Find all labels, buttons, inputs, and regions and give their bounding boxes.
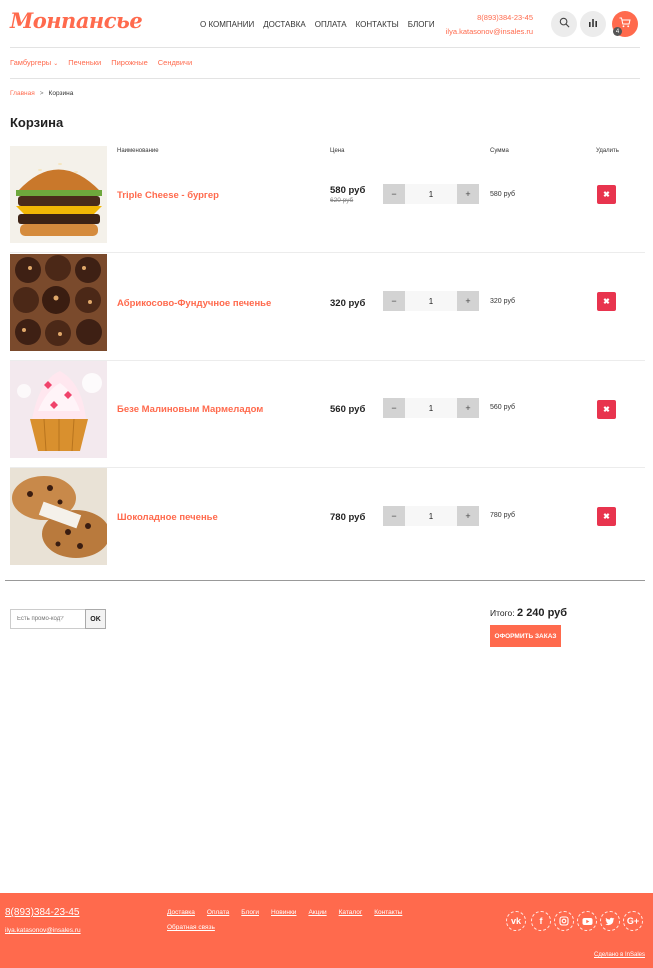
increase-quantity-button[interactable]: + bbox=[457, 398, 479, 418]
compare-button[interactable] bbox=[580, 11, 606, 37]
footer-link-feedback[interactable]: Обратная связь bbox=[167, 924, 215, 931]
quantity-input[interactable]: 1 bbox=[405, 184, 457, 204]
category-nav: Гамбургеры ⌄ Печеньки Пирожные Сендвичи bbox=[10, 58, 192, 67]
footer-links: Доставка Оплата Блоги Новинки Акции Ката… bbox=[167, 909, 437, 931]
chevron-down-icon: ⌄ bbox=[53, 61, 59, 67]
search-button[interactable] bbox=[551, 11, 577, 37]
top-nav: О КОМПАНИИ ДОСТАВКА ОПЛАТА КОНТАКТЫ БЛОГ… bbox=[200, 20, 435, 29]
vk-icon[interactable]: vk bbox=[506, 911, 526, 931]
category-divider bbox=[10, 78, 640, 79]
row-sum: 560 руб bbox=[490, 404, 516, 411]
close-icon: ✖ bbox=[603, 297, 610, 306]
youtube-icon[interactable] bbox=[577, 911, 597, 931]
site-header: Монпансье О КОМПАНИИ ДОСТАВКА ОПЛАТА КОН… bbox=[0, 0, 653, 48]
twitter-icon[interactable] bbox=[600, 911, 620, 931]
header-phone[interactable]: 8(893)384-23-45 bbox=[446, 11, 533, 25]
footer-link-blogs[interactable]: Блоги bbox=[241, 909, 259, 916]
product-price: 320 руб bbox=[330, 298, 366, 309]
footer-link-new[interactable]: Новинки bbox=[271, 909, 296, 916]
close-icon: ✖ bbox=[603, 512, 610, 521]
nav-item-contacts[interactable]: КОНТАКТЫ bbox=[356, 20, 399, 29]
quantity-input[interactable]: 1 bbox=[405, 291, 457, 311]
delete-button[interactable]: ✖ bbox=[597, 292, 616, 311]
product-name[interactable]: Triple Cheese - бургер bbox=[117, 190, 219, 201]
increase-quantity-button[interactable]: + bbox=[457, 184, 479, 204]
nav-item-about[interactable]: О КОМПАНИИ bbox=[200, 20, 254, 29]
close-icon: ✖ bbox=[603, 190, 610, 199]
search-icon bbox=[559, 17, 570, 31]
cart-row: Triple Cheese - бургер 580 руб 620 руб −… bbox=[10, 146, 645, 253]
header-divider bbox=[10, 47, 640, 48]
nav-item-delivery[interactable]: ДОСТАВКА bbox=[263, 20, 305, 29]
header-email[interactable]: ilya.katasonov@insales.ru bbox=[446, 25, 533, 39]
total-value: 2 240 руб bbox=[517, 607, 568, 619]
cart-total: Итого: 2 240 руб bbox=[490, 607, 567, 619]
quantity-input[interactable]: 1 bbox=[405, 506, 457, 526]
row-sum: 580 руб bbox=[490, 191, 516, 198]
quantity-input[interactable]: 1 bbox=[405, 398, 457, 418]
footer-phone[interactable]: 8(893)384-23-45 bbox=[5, 907, 80, 918]
instagram-icon[interactable] bbox=[554, 911, 574, 931]
decrease-quantity-button[interactable]: − bbox=[383, 398, 405, 418]
made-in-insales-link[interactable]: Сделано в InSales bbox=[594, 952, 645, 958]
cart-divider bbox=[5, 580, 645, 581]
increase-quantity-button[interactable]: + bbox=[457, 506, 479, 526]
product-name[interactable]: Абрикосово-Фундучное печенье bbox=[117, 298, 271, 309]
category-hamburgers[interactable]: Гамбургеры ⌄ bbox=[10, 58, 58, 67]
row-sum: 320 руб bbox=[490, 298, 516, 305]
footer-link-delivery[interactable]: Доставка bbox=[167, 909, 195, 916]
total-label: Итого: bbox=[490, 608, 515, 618]
increase-quantity-button[interactable]: + bbox=[457, 291, 479, 311]
close-icon: ✖ bbox=[603, 405, 610, 414]
product-price: 780 руб bbox=[330, 512, 366, 523]
stats-icon bbox=[588, 18, 598, 30]
product-image[interactable] bbox=[10, 361, 107, 458]
product-name[interactable]: Шоколадное печенье bbox=[117, 512, 218, 523]
product-price: 560 руб bbox=[330, 404, 366, 415]
product-image[interactable] bbox=[10, 146, 107, 243]
page-title: Корзина bbox=[10, 115, 64, 130]
delete-button[interactable]: ✖ bbox=[597, 185, 616, 204]
row-divider bbox=[10, 252, 645, 253]
footer-link-sales[interactable]: Акции bbox=[308, 909, 326, 916]
cart-button[interactable]: 4 bbox=[612, 11, 638, 37]
breadcrumb-home[interactable]: Главная bbox=[10, 90, 35, 97]
site-footer: 8(893)384-23-45 ilya.katasonov@insales.r… bbox=[0, 893, 653, 968]
cart-row: Абрикосово-Фундучное печенье 320 руб − 1… bbox=[10, 254, 645, 361]
facebook-icon[interactable]: f bbox=[531, 911, 551, 931]
nav-item-payment[interactable]: ОПЛАТА bbox=[315, 20, 347, 29]
checkout-button[interactable]: ОФОРМИТЬ ЗАКАЗ bbox=[490, 625, 561, 647]
category-cookies[interactable]: Печеньки bbox=[68, 58, 101, 67]
footer-link-contacts[interactable]: Контакты bbox=[374, 909, 402, 916]
product-image[interactable] bbox=[10, 254, 107, 351]
site-logo[interactable]: Монпансье bbox=[10, 8, 143, 33]
footer-email[interactable]: ilya.katasonov@insales.ru bbox=[5, 927, 81, 934]
breadcrumb-separator: > bbox=[39, 90, 44, 97]
product-name[interactable]: Безе Малиновым Мармеладом bbox=[117, 404, 263, 415]
breadcrumb-current: Корзина bbox=[48, 90, 74, 97]
product-image[interactable] bbox=[10, 468, 110, 565]
decrease-quantity-button[interactable]: − bbox=[383, 184, 405, 204]
google-plus-icon[interactable]: G+ bbox=[623, 911, 643, 931]
product-price: 580 руб bbox=[330, 185, 366, 196]
cart-row: Безе Малиновым Мармеладом 560 руб − 1 + … bbox=[10, 361, 645, 468]
header-contacts: 8(893)384-23-45 ilya.katasonov@insales.r… bbox=[446, 11, 533, 39]
delete-button[interactable]: ✖ bbox=[597, 400, 616, 419]
footer-link-catalog[interactable]: Каталог bbox=[339, 909, 363, 916]
cart-row: Шоколадное печенье 780 руб − 1 + 780 руб… bbox=[10, 468, 645, 575]
nav-item-blogs[interactable]: БЛОГИ bbox=[408, 20, 435, 29]
category-cakes[interactable]: Пирожные bbox=[111, 58, 148, 67]
breadcrumb: Главная > Корзина bbox=[10, 90, 73, 97]
row-sum: 780 руб bbox=[490, 512, 516, 519]
footer-link-payment[interactable]: Оплата bbox=[207, 909, 229, 916]
promo-code-input[interactable] bbox=[10, 609, 86, 629]
decrease-quantity-button[interactable]: − bbox=[383, 291, 405, 311]
decrease-quantity-button[interactable]: − bbox=[383, 506, 405, 526]
product-old-price: 620 руб bbox=[330, 197, 354, 204]
promo-ok-button[interactable]: OK bbox=[85, 609, 106, 629]
category-sandwiches[interactable]: Сендвичи bbox=[158, 58, 192, 67]
cart-count-badge: 4 bbox=[613, 27, 622, 36]
delete-button[interactable]: ✖ bbox=[597, 507, 616, 526]
